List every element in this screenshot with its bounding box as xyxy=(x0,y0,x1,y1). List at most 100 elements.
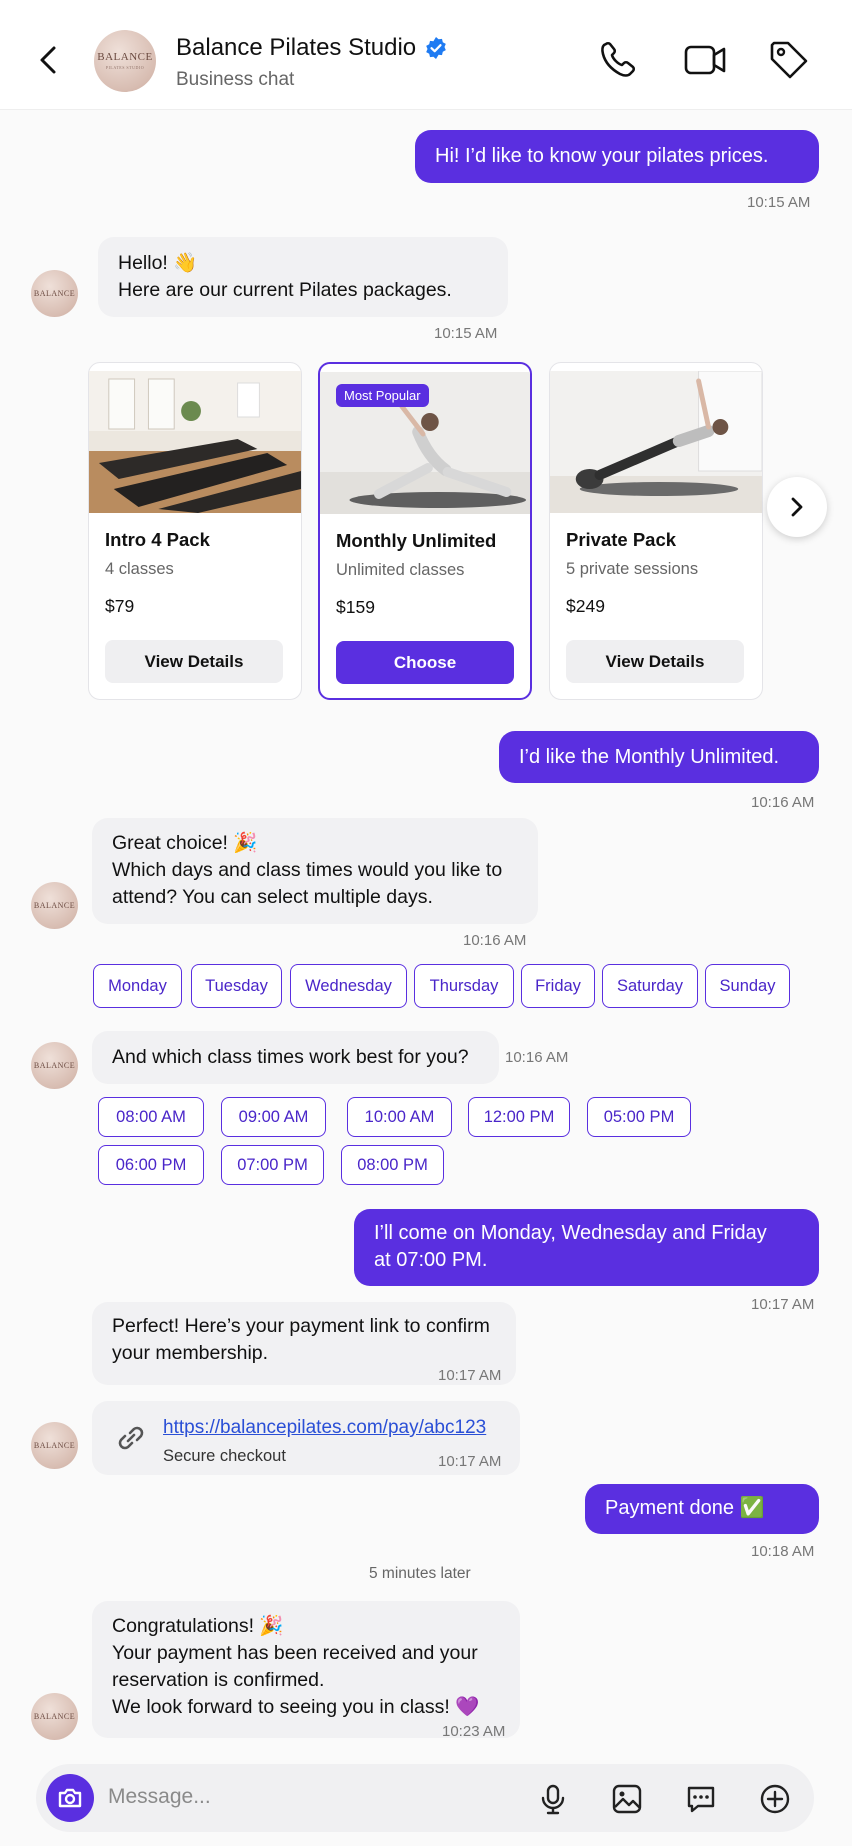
message-text: I’ll come on Monday, Wednesday and Frida… xyxy=(374,1222,767,1244)
message-time: 10:15 AM xyxy=(747,194,811,211)
card-price: $159 xyxy=(336,597,375,617)
message-text: Your payment has been received and your xyxy=(112,1642,478,1664)
incoming-message: Hello! 👋 Here are our current Pilates pa… xyxy=(98,237,508,317)
tag-icon[interactable] xyxy=(767,38,811,82)
message-text: We look forward to seeing you in class! … xyxy=(112,1696,480,1718)
outgoing-message: Payment done ✅ xyxy=(585,1484,819,1534)
message-time: 10:23 AM xyxy=(442,1723,506,1740)
gallery-icon[interactable] xyxy=(610,1782,644,1816)
chat-title: Balance Pilates Studio xyxy=(176,34,448,62)
card-price: $249 xyxy=(566,596,605,616)
business-avatar: BALANCE xyxy=(31,1422,78,1469)
camera-button[interactable] xyxy=(46,1774,94,1822)
carousel-next-button[interactable] xyxy=(767,477,827,537)
day-chip-tuesday[interactable]: Tuesday xyxy=(191,964,282,1008)
day-chip-friday[interactable]: Friday xyxy=(521,964,595,1008)
message-text: I’d like the Monthly Unlimited. xyxy=(519,746,780,768)
add-icon[interactable] xyxy=(758,1782,792,1816)
message-composer: Message... xyxy=(36,1764,814,1832)
message-time: 10:16 AM xyxy=(505,1049,569,1066)
time-chip[interactable]: 12:00 PM xyxy=(468,1097,570,1137)
card-title: Intro 4 Pack xyxy=(105,529,210,550)
message-input[interactable]: Message... xyxy=(108,1785,211,1809)
phone-icon[interactable] xyxy=(596,38,640,82)
outgoing-message: I’d like the Monthly Unlimited. xyxy=(499,731,819,783)
message-text: Perfect! Here’s your payment link to con… xyxy=(112,1315,490,1337)
message-text: your membership. xyxy=(112,1342,269,1364)
avatar-logo-text: BALANCE xyxy=(97,51,153,63)
package-card-selected[interactable]: Most Popular Monthly Unlimited Unlimited… xyxy=(318,362,532,700)
message-text: Which days and class times would you lik… xyxy=(112,859,503,881)
video-call-icon[interactable] xyxy=(683,38,727,82)
time-chip[interactable]: 05:00 PM xyxy=(587,1097,691,1137)
outgoing-message: I’ll come on Monday, Wednesday and Frida… xyxy=(354,1209,819,1286)
package-card[interactable]: Private Pack 5 private sessions $249 Vie… xyxy=(549,362,763,700)
chat-header: BALANCE PILATES STUDIO Balance Pilates St… xyxy=(0,0,852,110)
message-time: 10:15 AM xyxy=(434,325,498,342)
back-arrow-icon[interactable] xyxy=(34,40,64,80)
time-chip[interactable]: 09:00 AM xyxy=(221,1097,326,1137)
message-text: reservation is confirmed. xyxy=(112,1669,325,1691)
time-separator: 5 minutes later xyxy=(369,1565,471,1582)
message-time: 10:17 AM xyxy=(438,1453,502,1470)
chat-subtitle: Business chat xyxy=(176,69,295,90)
outgoing-message: Hi! I’d like to know your pilates prices… xyxy=(415,130,819,183)
message-text: Great choice! 🎉 xyxy=(112,832,258,854)
card-price: $79 xyxy=(105,596,135,616)
microphone-icon[interactable] xyxy=(536,1782,570,1816)
payment-link[interactable]: https://balancepilates.com/pay/abc123 xyxy=(163,1414,486,1441)
card-subtitle: Unlimited classes xyxy=(336,561,465,579)
card-subtitle: 5 private sessions xyxy=(566,560,699,578)
incoming-message: Congratulations! 🎉 Your payment has been… xyxy=(92,1601,520,1738)
private-session-photo xyxy=(550,371,762,513)
business-avatar: BALANCE xyxy=(31,270,78,317)
day-chip-thursday[interactable]: Thursday xyxy=(414,964,514,1008)
business-avatar: BALANCE xyxy=(31,1042,78,1089)
message-text: Here are our current Pilates packages. xyxy=(118,279,452,301)
message-text: Payment done ✅ xyxy=(605,1497,765,1519)
view-details-button[interactable]: View Details xyxy=(105,640,283,683)
message-text: Congratulations! 🎉 xyxy=(112,1615,284,1637)
studio-photo xyxy=(89,371,301,513)
message-text: Hello! 👋 xyxy=(118,252,198,274)
business-avatar: BALANCE xyxy=(31,1693,78,1740)
package-card[interactable]: Intro 4 Pack 4 classes $79 View Details xyxy=(88,362,302,700)
message-time: 10:17 AM xyxy=(751,1296,815,1313)
chevron-right-icon xyxy=(791,497,803,517)
day-chip-wednesday[interactable]: Wednesday xyxy=(290,964,407,1008)
business-avatar[interactable]: BALANCE PILATES STUDIO xyxy=(94,30,156,92)
message-text: Hi! I’d like to know your pilates prices… xyxy=(435,145,769,167)
day-chip-monday[interactable]: Monday xyxy=(93,964,182,1008)
message-text: attend? You can select multiple days. xyxy=(112,886,433,908)
message-time: 10:16 AM xyxy=(463,932,527,949)
link-caption: Secure checkout xyxy=(163,1447,286,1465)
choose-button[interactable]: Choose xyxy=(336,641,514,684)
message-time: 10:18 AM xyxy=(751,1543,815,1560)
card-title: Monthly Unlimited xyxy=(336,530,497,551)
message-text: at 07:00 PM. xyxy=(374,1249,488,1271)
business-avatar: BALANCE xyxy=(31,882,78,929)
day-chip-sunday[interactable]: Sunday xyxy=(705,964,790,1008)
incoming-message: And which class times work best for you? xyxy=(92,1031,499,1084)
card-subtitle: 4 classes xyxy=(105,560,174,578)
incoming-message: Great choice! 🎉 Which days and class tim… xyxy=(92,818,538,924)
link-icon xyxy=(118,1426,144,1450)
most-popular-badge: Most Popular xyxy=(336,384,429,407)
message-text: And which class times work best for you? xyxy=(112,1046,469,1068)
payment-link-message: https://balancepilates.com/pay/abc123 Se… xyxy=(92,1401,520,1475)
time-chip[interactable]: 10:00 AM xyxy=(347,1097,452,1137)
message-time: 10:16 AM xyxy=(751,794,815,811)
camera-icon xyxy=(58,1788,82,1808)
verified-badge-icon xyxy=(426,37,446,59)
time-chip[interactable]: 06:00 PM xyxy=(98,1145,204,1185)
card-title: Private Pack xyxy=(566,529,677,550)
business-name: Balance Pilates Studio xyxy=(176,34,417,61)
time-chip[interactable]: 08:00 PM xyxy=(341,1145,444,1185)
message-time: 10:17 AM xyxy=(438,1367,502,1384)
time-chip[interactable]: 07:00 PM xyxy=(221,1145,324,1185)
time-chip[interactable]: 08:00 AM xyxy=(98,1097,204,1137)
chat-bubble-icon[interactable] xyxy=(684,1782,718,1816)
day-chip-saturday[interactable]: Saturday xyxy=(602,964,698,1008)
avatar-logo-subtext: PILATES STUDIO xyxy=(105,65,145,70)
view-details-button[interactable]: View Details xyxy=(566,640,744,683)
